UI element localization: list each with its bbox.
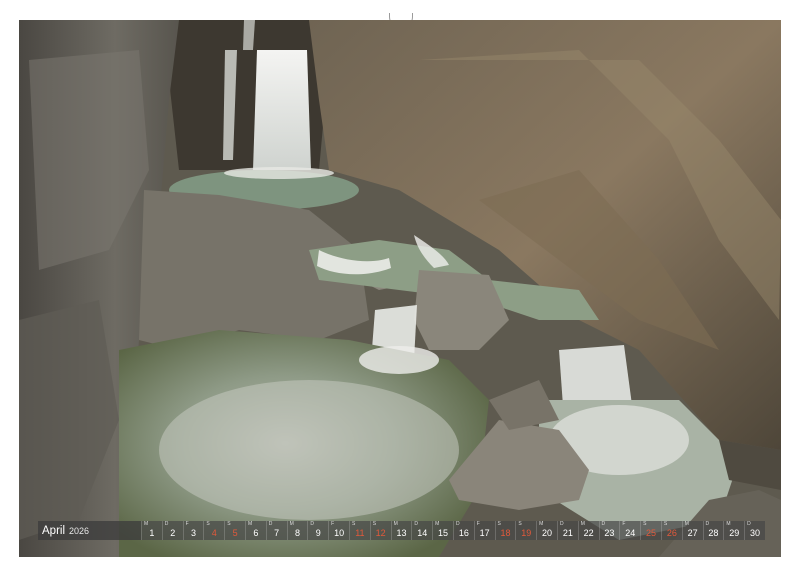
- calendar-day: M 15: [432, 521, 453, 540]
- day-number: 1: [149, 528, 155, 538]
- calendar-day: D9: [307, 521, 329, 540]
- calendar-day: D 30: [744, 521, 765, 540]
- month-year: 2026: [69, 525, 90, 536]
- day-number: 30: [750, 528, 761, 538]
- weekday-letter: S: [663, 521, 668, 527]
- calendar-day: D 16: [452, 521, 474, 540]
- weekday-letter: S: [227, 521, 231, 527]
- weekday-letter: D: [455, 521, 460, 527]
- calendar-day: F 24: [619, 521, 641, 540]
- calendar-day: F 10: [328, 521, 349, 540]
- day-number: 8: [294, 528, 300, 538]
- weekday-letter: D: [310, 521, 314, 527]
- calendar-day: S5: [224, 521, 245, 540]
- calendar-day: M 29: [723, 521, 745, 540]
- month-name: April: [42, 524, 66, 537]
- weekday-letter: M: [580, 521, 585, 527]
- weekday-letter: D: [268, 521, 273, 527]
- calendar-day: M8: [286, 521, 308, 540]
- day-row: M 1 D 2 F 3 S 4 S 5 M 6 D 7 M 8 D 9 F 10 S 11 S 12 M 13 D 14 M 15 D 16 F…: [141, 521, 765, 540]
- waterfall-photo: [19, 20, 781, 557]
- weekday-letter: S: [206, 521, 210, 527]
- day-number: 9: [315, 528, 321, 538]
- calendar-day: S 25: [640, 521, 661, 540]
- calendar-day: M6: [244, 521, 266, 540]
- day-number: 27: [687, 528, 698, 538]
- weekday-letter: F: [185, 521, 189, 527]
- calendar-day: S 18: [494, 521, 516, 540]
- day-number: 19: [521, 528, 532, 538]
- calendar-day: M 13: [390, 521, 412, 540]
- day-number: 6: [253, 528, 259, 538]
- day-number: 21: [562, 528, 573, 538]
- calendar-day: D 23: [598, 521, 620, 540]
- weekday-letter: D: [747, 521, 751, 527]
- weekday-letter: D: [601, 521, 606, 527]
- day-number: 13: [396, 528, 407, 538]
- weekday-letter: M: [289, 521, 294, 527]
- weekday-letter: M: [144, 521, 149, 527]
- weekday-letter: M: [393, 521, 398, 527]
- calendar-day: D 14: [411, 521, 433, 540]
- weekday-letter: D: [705, 521, 710, 527]
- day-number: 25: [646, 528, 657, 538]
- calendar-day: F3: [182, 521, 204, 540]
- day-number: 15: [438, 528, 449, 538]
- weekday-letter: S: [351, 521, 356, 527]
- calendar-day: D 21: [556, 521, 578, 540]
- weekday-letter: F: [331, 521, 335, 527]
- day-number: 22: [583, 528, 594, 538]
- calendar-day: F 17: [473, 521, 495, 540]
- day-number: 17: [479, 528, 490, 538]
- day-number: 29: [729, 528, 740, 538]
- calendar-day: D 28: [702, 521, 724, 540]
- weekday-letter: M: [726, 521, 731, 527]
- day-number: 14: [417, 528, 428, 538]
- calendar-day: M 27: [681, 521, 703, 540]
- calendar-day: D7: [265, 521, 287, 540]
- day-number: 11: [355, 528, 365, 538]
- calendar-day: S4: [203, 521, 225, 540]
- weekday-letter: M: [684, 521, 689, 527]
- calendar-day: S 12: [369, 521, 391, 540]
- day-number: 23: [604, 528, 615, 538]
- weekday-letter: M: [247, 521, 253, 527]
- calendar-day: D2: [161, 521, 183, 540]
- calendar-day: S 26: [660, 521, 682, 540]
- day-number: 24: [625, 528, 636, 538]
- calendar-photo: [19, 20, 781, 557]
- day-number: 28: [708, 528, 719, 538]
- day-number: 26: [666, 528, 677, 538]
- month-label: April 2026: [38, 521, 141, 540]
- weekday-letter: D: [414, 521, 418, 527]
- weekday-letter: D: [559, 521, 564, 527]
- weekday-letter: M: [539, 521, 544, 527]
- day-number: 12: [375, 528, 386, 538]
- calendar-day: S 19: [515, 521, 537, 540]
- day-number: 4: [211, 528, 217, 538]
- day-number: 10: [334, 528, 345, 538]
- weekday-letter: M: [435, 521, 440, 527]
- weekday-letter: S: [372, 521, 377, 527]
- calendar-day: M 22: [577, 521, 599, 540]
- weekday-letter: S: [497, 521, 501, 527]
- calendar-strip: April 2026 M 1 D 2 F 3 S 4 S 5 M 6 D 7 M 8 D 9 F 10 S 11 S 12 M 1…: [38, 521, 766, 540]
- day-number: 7: [274, 528, 280, 538]
- weekday-letter: S: [643, 521, 647, 527]
- day-number: 20: [542, 528, 553, 538]
- weekday-letter: F: [476, 521, 480, 527]
- calendar-day: M 20: [536, 521, 557, 540]
- weekday-letter: F: [622, 521, 626, 527]
- day-number: 3: [190, 528, 196, 538]
- day-number: 18: [500, 528, 511, 538]
- day-number: 5: [232, 528, 238, 538]
- calendar-day: S 11: [348, 521, 370, 540]
- weekday-letter: D: [164, 521, 169, 527]
- weekday-letter: S: [518, 521, 522, 527]
- day-number: 16: [458, 528, 469, 538]
- calendar-day: M1: [141, 521, 162, 540]
- day-number: 2: [170, 528, 176, 538]
